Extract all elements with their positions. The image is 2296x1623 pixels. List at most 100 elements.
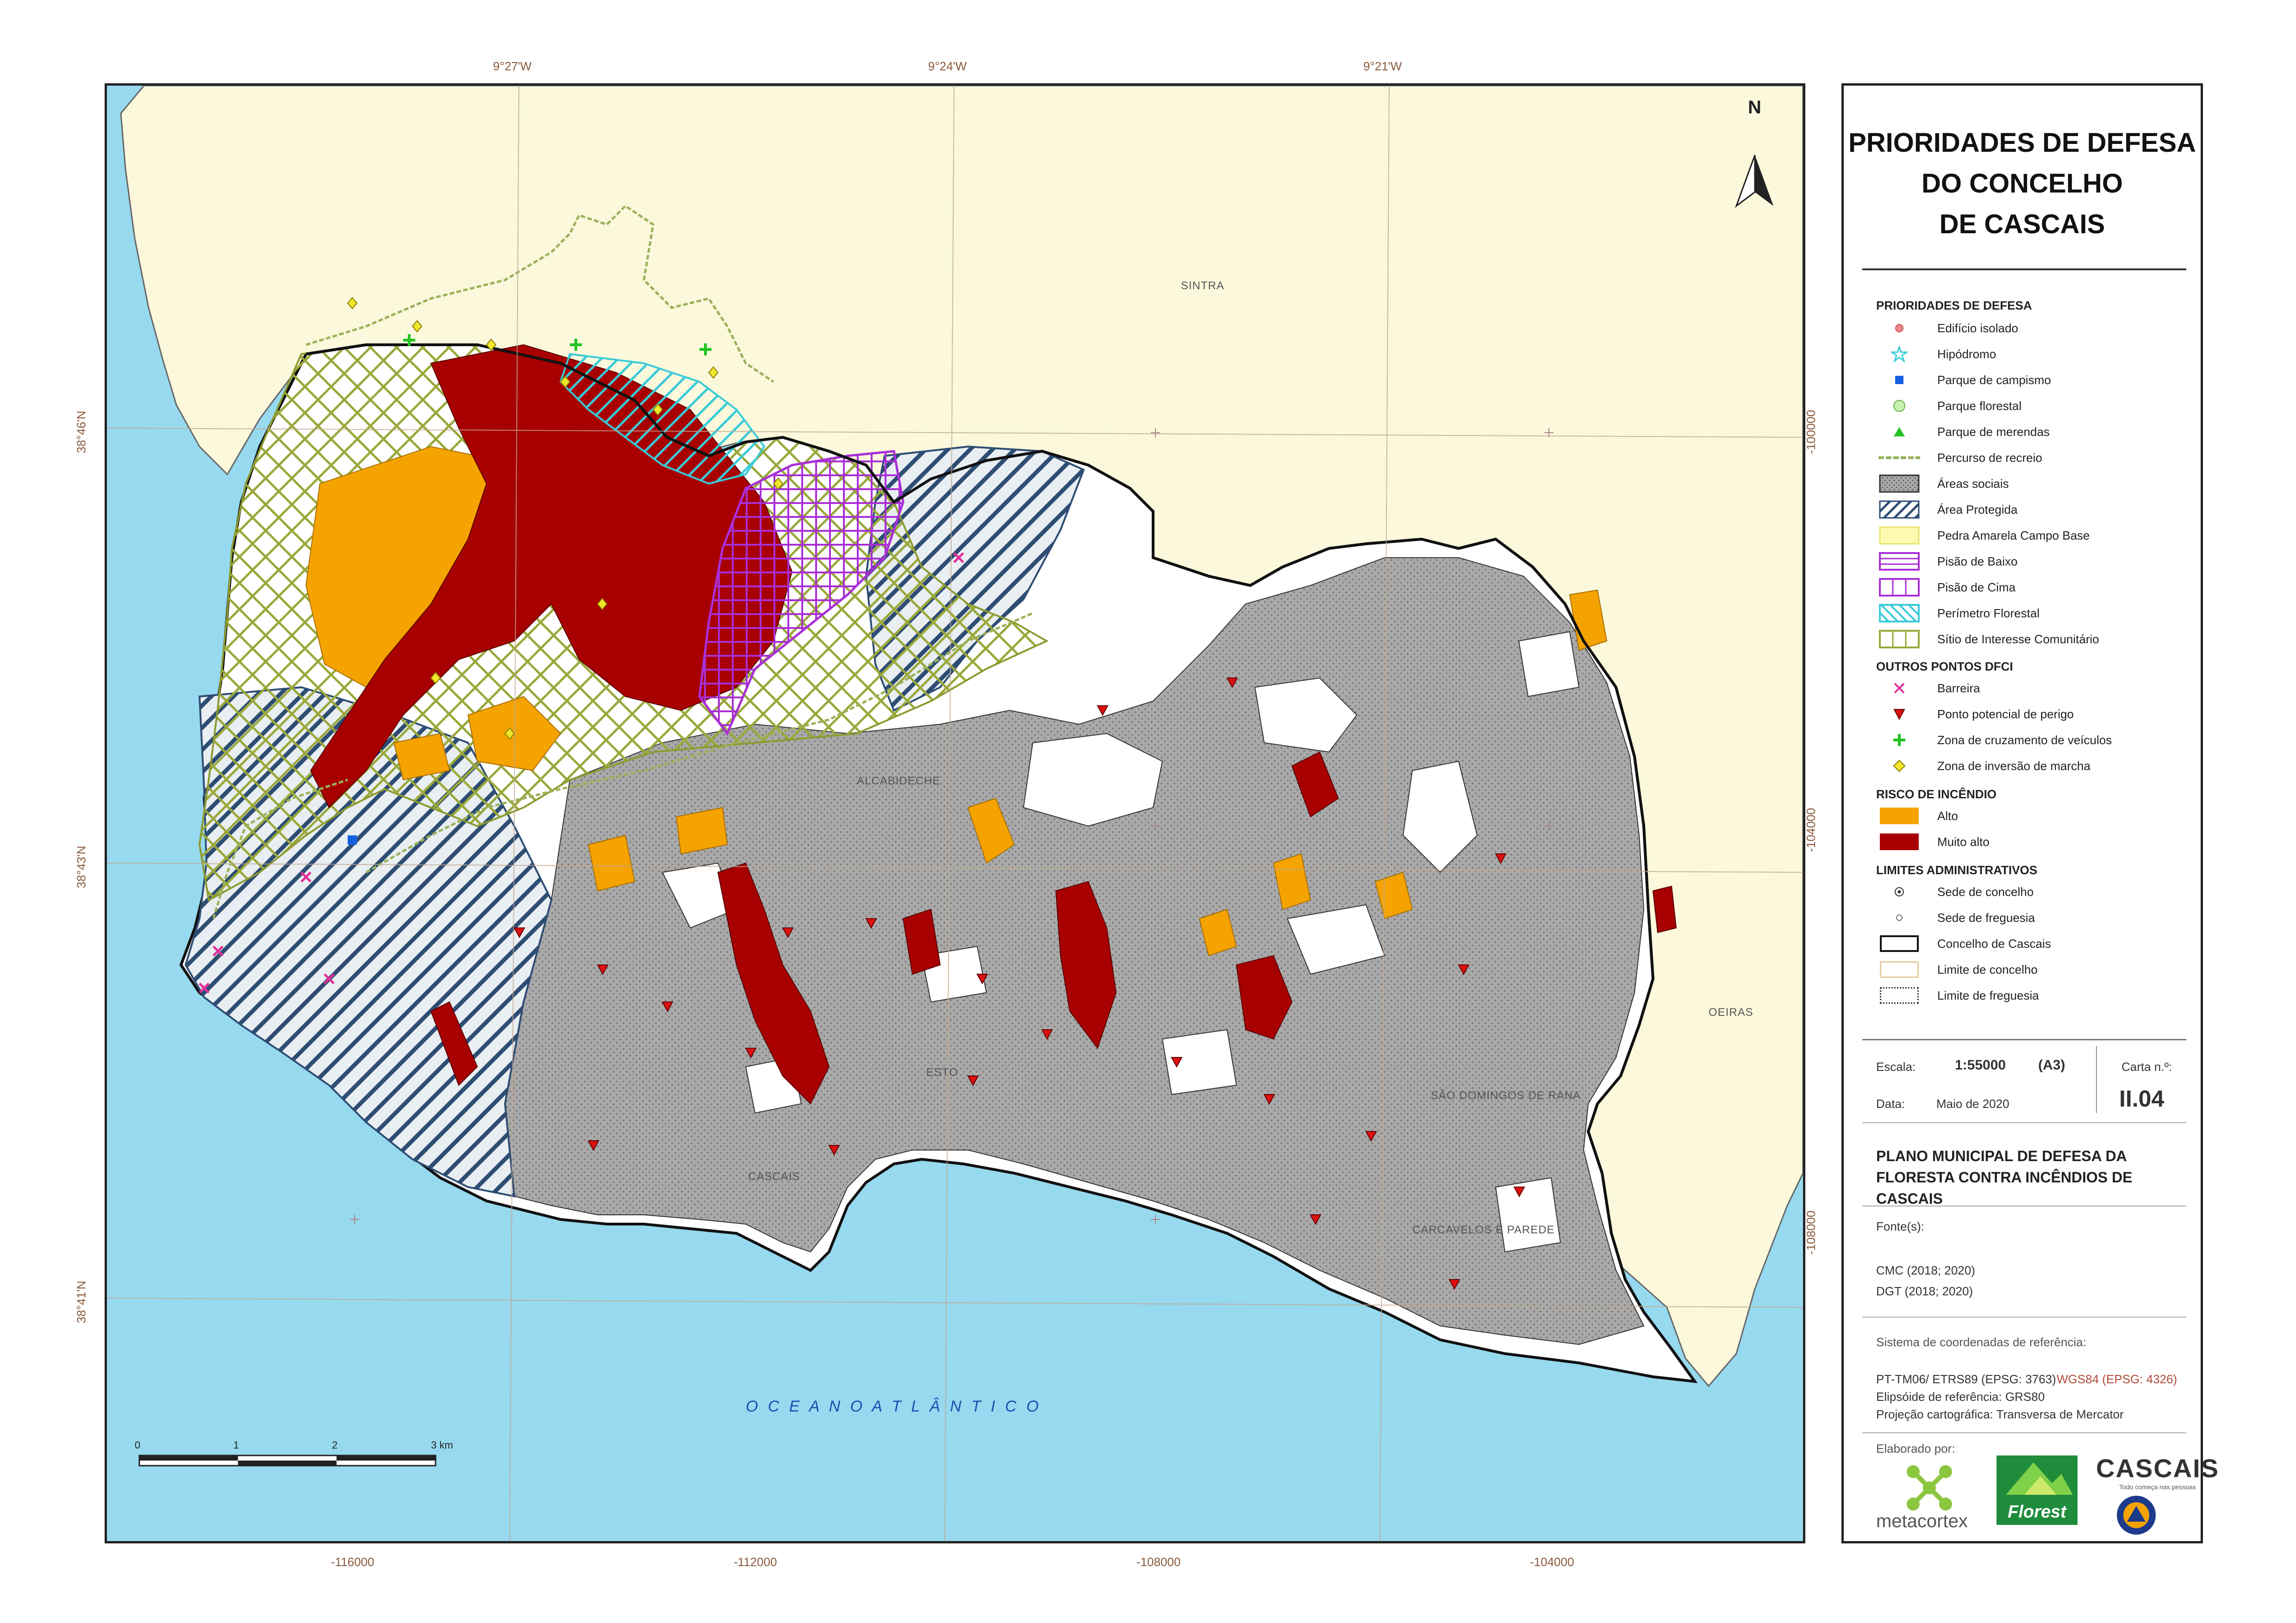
- legend-item-camping: Parque de campismo: [1876, 369, 2051, 391]
- legend-item-parish-seat: Sede de freguesia: [1876, 907, 2035, 929]
- red-triangle-icon: [1893, 709, 1905, 721]
- sheet-value: II.04: [2119, 1086, 2165, 1112]
- florest-logo-icon: Florest: [1997, 1455, 2078, 1525]
- camping-point: [348, 835, 357, 845]
- florest-logo-text: Florest: [2008, 1502, 2066, 1522]
- legend-title: PRIORIDADES DE DEFESA DO CONCELHO DE CAS…: [1844, 123, 2201, 245]
- civil-protection-icon: [2117, 1496, 2156, 1535]
- paper-size: (A3): [2038, 1057, 2065, 1073]
- legend-label: Percurso de recreio: [1937, 450, 2042, 465]
- date-label: Data:: [1876, 1097, 1905, 1111]
- legend-title-line-3: DE CASCAIS: [1939, 209, 2105, 239]
- source-1: CMC (2018; 2020): [1876, 1263, 1975, 1277]
- map-frame: SINTRA OEIRAS ALCABIDECHE ESTO CASCAIS S…: [105, 83, 1805, 1543]
- green-cross-icon: [1893, 734, 1905, 746]
- legend-label: Perímetro Florestal: [1937, 606, 2040, 620]
- legend-item-parish-limit: Limite de freguesia: [1876, 984, 2039, 1007]
- legend-title-line-1: PRIORIDADES DE DEFESA: [1848, 128, 2196, 158]
- metacortex-logo-text: metacortex: [1876, 1511, 1968, 1531]
- scale-label-0: 0: [135, 1439, 140, 1451]
- pisao-cima-icon: [1879, 578, 1920, 597]
- cascais-logo-text: CASCAIS: [2096, 1454, 2220, 1483]
- date-value: Maio de 2020: [1936, 1097, 2009, 1111]
- place-ocean: O C E A N O A T L Â N T I C O: [746, 1398, 1042, 1415]
- place-carcavelos: CARCAVELOS E PAREDE: [1412, 1224, 1555, 1236]
- legend-label: Pedra Amarela Campo Base: [1937, 528, 2090, 542]
- legend-item-cascais-boundary: Concelho de Cascais: [1876, 933, 2051, 955]
- scale-label: Escala:: [1876, 1060, 1916, 1074]
- legend-label: Sede de freguesia: [1937, 910, 2035, 925]
- orange-fill-icon: [1880, 808, 1919, 824]
- legend-title-divider: [1862, 268, 2186, 270]
- coord-right-2: -104000: [1804, 808, 1818, 852]
- legend-label: Alto: [1937, 808, 1958, 823]
- parish-seat-icon: [1896, 914, 1903, 921]
- place-sintra: SINTRA: [1181, 280, 1224, 292]
- legend-label: Limite de freguesia: [1937, 988, 2039, 1002]
- coord-top-1: 9°27'W: [493, 59, 532, 73]
- legend-label: Ponto potencial de perigo: [1937, 707, 2074, 721]
- crs-line-2: Elipsóide de referência: GRS80: [1876, 1390, 2045, 1404]
- meta-top-divider: [1862, 1039, 2186, 1040]
- legend-label: Pisão de Cima: [1937, 580, 2016, 594]
- pisao-baixo-icon: [1879, 552, 1920, 571]
- scale-label-3: 3 km: [431, 1439, 453, 1451]
- legend-label: Área Protegida: [1937, 502, 2018, 516]
- legend-item-risk-very-high: Muito alto: [1876, 831, 1990, 853]
- legend-item-danger-point: Ponto potencial de perigo: [1876, 703, 2074, 725]
- legend-label: Edifício isolado: [1937, 321, 2018, 335]
- yellow-diamond-icon: [1893, 759, 1906, 772]
- coord-right-1: -100000: [1804, 410, 1818, 454]
- legend-label: Muito alto: [1937, 834, 1990, 849]
- sources-divider: [1862, 1317, 2186, 1318]
- florest-tree-icon: [2006, 1462, 2073, 1495]
- legend-label: Áreas sociais: [1937, 476, 2009, 491]
- council-seat-icon: [1895, 887, 1904, 896]
- darkred-fill-icon: [1880, 833, 1919, 850]
- scale-label-1: 1: [233, 1439, 239, 1451]
- meta-vertical-divider: [2096, 1046, 2097, 1113]
- source-2: DGT (2018; 2020): [1876, 1284, 1973, 1298]
- place-cascais: CASCAIS: [748, 1170, 800, 1183]
- legend-label: Barreira: [1937, 681, 1980, 695]
- scale-bar: 0 1 2 3 km: [135, 1439, 453, 1467]
- section-heading-priorities: PRIORIDADES DE DEFESA: [1876, 298, 2032, 312]
- legend-label: Sede de concelho: [1937, 884, 2034, 899]
- section-heading-admin: LIMITES ADMINISTRATIVOS: [1876, 863, 2038, 877]
- plan-title-line-1: PLANO MUNICIPAL DE DEFESA DA: [1876, 1148, 2127, 1164]
- legend-label: Limite de concelho: [1937, 962, 2038, 976]
- map-canvas: SINTRA OEIRAS ALCABIDECHE ESTO CASCAIS S…: [107, 86, 1803, 1541]
- legend-item-pisao-cima: Pisão de Cima: [1876, 576, 2015, 598]
- place-oeiras: OEIRAS: [1709, 1006, 1753, 1019]
- coord-bottom-1: -116000: [331, 1555, 374, 1569]
- coord-left-3: 38°41'N: [74, 1281, 88, 1324]
- protected-area-icon: [1879, 500, 1920, 519]
- plan-title-line-2: FLORESTA CONTRA INCÊNDIOS DE CASCAIS: [1876, 1169, 2133, 1207]
- coord-right-3: -108000: [1804, 1210, 1818, 1255]
- place-alcabideche: ALCABIDECHE: [857, 775, 940, 787]
- sources-label: Fonte(s):: [1876, 1219, 1925, 1233]
- coord-bottom-2: -112000: [734, 1555, 777, 1569]
- legend-item-social-areas: Áreas sociais: [1876, 473, 2009, 495]
- community-site-icon: [1879, 630, 1920, 648]
- legend-item-community-site: Sítio de Interesse Comunitário: [1876, 628, 2099, 650]
- coord-bottom-3: -108000: [1136, 1555, 1181, 1569]
- legend-item-barrier: Barreira: [1876, 677, 1980, 699]
- made-by-label: Elaborado por:: [1876, 1442, 1955, 1455]
- crs-divider: [1862, 1432, 2186, 1433]
- plan-title: PLANO MUNICIPAL DE DEFESA DA FLORESTA CO…: [1876, 1145, 2201, 1209]
- pink-dot-icon: [1895, 324, 1903, 332]
- place-estoril: ESTO: [926, 1066, 958, 1079]
- green-circle-icon: [1893, 400, 1905, 412]
- legend-label: Parque de merendas: [1937, 424, 2050, 439]
- crs-label: Sistema de coordenadas de referência:: [1876, 1335, 2086, 1349]
- pedra-amarela-icon: [1879, 526, 1920, 545]
- legend-item-protected-area: Área Protegida: [1876, 498, 2017, 521]
- council-limit-icon: [1880, 961, 1919, 978]
- legend-item-recreation-path: Percurso de recreio: [1876, 447, 2042, 469]
- sheet-label: Carta n.º:: [2121, 1060, 2172, 1074]
- blue-square-icon: [1895, 376, 1903, 384]
- recreation-path-icon: [1878, 456, 1920, 459]
- coord-top-2: 9°24'W: [928, 59, 967, 73]
- legend-panel: PRIORIDADES DE DEFESA DO CONCELHO DE CAS…: [1841, 83, 2218, 1543]
